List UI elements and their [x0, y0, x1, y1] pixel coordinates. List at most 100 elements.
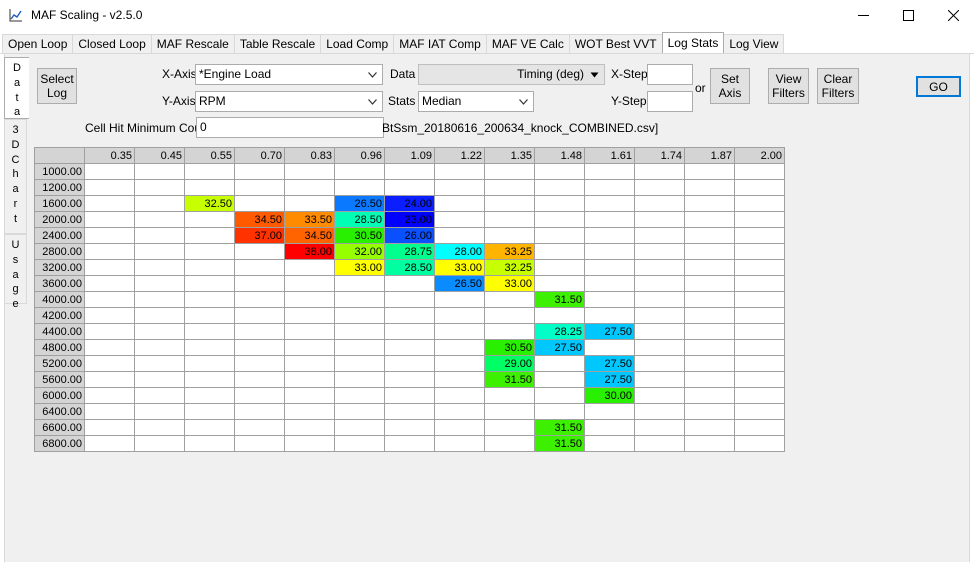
grid-cell[interactable] — [234, 435, 285, 452]
grid-cell[interactable] — [134, 259, 185, 276]
grid-cell[interactable] — [684, 291, 735, 308]
cell-hit-minimum-input[interactable]: 0 — [196, 117, 384, 138]
grid-cell[interactable] — [184, 211, 235, 228]
grid-cell[interactable] — [484, 403, 535, 420]
grid-cell[interactable]: 27.50 — [584, 323, 635, 340]
side-tab-usage[interactable]: Usage — [4, 234, 27, 310]
grid-cell[interactable] — [234, 275, 285, 292]
close-button[interactable] — [930, 0, 974, 31]
grid-cell[interactable] — [584, 243, 635, 260]
grid-cell[interactable] — [534, 227, 585, 244]
grid-cell[interactable] — [334, 291, 385, 308]
grid-cell[interactable] — [134, 355, 185, 372]
grid-cell[interactable]: 32.00 — [334, 243, 385, 260]
grid-cell[interactable] — [134, 291, 185, 308]
grid-cell[interactable] — [684, 435, 735, 452]
grid-cell[interactable] — [284, 339, 335, 356]
grid-cell[interactable] — [434, 403, 485, 420]
grid-cell[interactable] — [284, 195, 335, 212]
grid-cell[interactable] — [534, 259, 585, 276]
tab-log-stats[interactable]: Log Stats — [661, 32, 725, 53]
x-axis-select[interactable]: *Engine Load — [195, 64, 383, 85]
grid-cell[interactable] — [684, 403, 735, 420]
grid-cell[interactable] — [334, 435, 385, 452]
grid-cell[interactable] — [434, 355, 485, 372]
grid-cell[interactable] — [684, 371, 735, 388]
grid-cell[interactable] — [634, 371, 685, 388]
grid-cell[interactable] — [284, 387, 335, 404]
grid-cell[interactable] — [734, 403, 785, 420]
grid-cell[interactable] — [684, 307, 735, 324]
grid-cell[interactable] — [684, 339, 735, 356]
grid-cell[interactable] — [334, 307, 385, 324]
grid-cell[interactable]: 38.00 — [284, 243, 335, 260]
grid-cell[interactable]: 26.50 — [434, 275, 485, 292]
grid-cell[interactable]: 30.00 — [584, 387, 635, 404]
grid-cell[interactable] — [84, 403, 135, 420]
grid-cell[interactable] — [184, 355, 235, 372]
grid-cell[interactable]: 26.00 — [384, 227, 435, 244]
grid-cell[interactable] — [334, 179, 385, 196]
grid-cell[interactable] — [484, 435, 535, 452]
grid-cell[interactable] — [234, 371, 285, 388]
grid-cell[interactable] — [134, 435, 185, 452]
grid-cell[interactable] — [484, 227, 535, 244]
grid-cell[interactable] — [734, 227, 785, 244]
grid-cell[interactable] — [384, 291, 435, 308]
grid-cell[interactable] — [684, 275, 735, 292]
data-select[interactable]: Timing (deg) — [418, 64, 605, 85]
grid-cell[interactable] — [634, 211, 685, 228]
grid-cell[interactable]: 23.00 — [384, 211, 435, 228]
grid-cell[interactable] — [84, 227, 135, 244]
grid-cell[interactable]: 34.50 — [284, 227, 335, 244]
grid-cell[interactable] — [334, 323, 385, 340]
grid-cell[interactable] — [434, 163, 485, 180]
grid-cell[interactable]: 31.50 — [534, 419, 585, 436]
grid-cell[interactable] — [684, 211, 735, 228]
grid-cell[interactable]: 28.50 — [334, 211, 385, 228]
grid-cell[interactable] — [284, 275, 335, 292]
grid-cell[interactable] — [184, 291, 235, 308]
grid-cell[interactable] — [134, 243, 185, 260]
grid-cell[interactable]: 31.50 — [534, 435, 585, 452]
grid-cell[interactable] — [134, 339, 185, 356]
grid-cell[interactable]: 28.50 — [384, 259, 435, 276]
grid-cell[interactable] — [684, 259, 735, 276]
grid-cell[interactable] — [734, 243, 785, 260]
maximize-button[interactable] — [885, 0, 931, 31]
y-axis-select[interactable]: RPM — [195, 91, 383, 112]
grid-cell[interactable] — [734, 355, 785, 372]
tab-maf-ve-calc[interactable]: MAF VE Calc — [485, 34, 570, 53]
grid-cell[interactable]: 28.25 — [534, 323, 585, 340]
tab-closed-loop[interactable]: Closed Loop — [72, 34, 152, 53]
grid-cell[interactable]: 37.00 — [234, 227, 285, 244]
grid-cell[interactable] — [484, 419, 535, 436]
grid-cell[interactable] — [134, 403, 185, 420]
grid-cell[interactable] — [584, 275, 635, 292]
grid-cell[interactable] — [234, 339, 285, 356]
grid-cell[interactable] — [284, 163, 335, 180]
grid-cell[interactable] — [84, 259, 135, 276]
grid-cell[interactable]: 33.00 — [334, 259, 385, 276]
clear-filters-button[interactable]: Clear Filters — [817, 68, 859, 104]
grid-cell[interactable] — [134, 387, 185, 404]
grid-cell[interactable] — [534, 211, 585, 228]
tab-maf-iat-comp[interactable]: MAF IAT Comp — [393, 34, 487, 53]
grid-cell[interactable] — [534, 243, 585, 260]
grid-cell[interactable] — [634, 339, 685, 356]
stats-select[interactable]: Median — [418, 91, 534, 112]
grid-cell[interactable] — [434, 371, 485, 388]
grid-cell[interactable] — [584, 211, 635, 228]
grid-cell[interactable] — [584, 403, 635, 420]
grid-cell[interactable] — [434, 211, 485, 228]
grid-cell[interactable] — [234, 419, 285, 436]
grid-cell[interactable] — [234, 259, 285, 276]
grid-cell[interactable] — [134, 163, 185, 180]
grid-cell[interactable] — [284, 355, 335, 372]
grid-cell[interactable] — [734, 307, 785, 324]
grid-cell[interactable] — [134, 419, 185, 436]
grid-cell[interactable] — [484, 195, 535, 212]
grid-cell[interactable] — [234, 355, 285, 372]
grid-cell[interactable] — [334, 403, 385, 420]
grid-cell[interactable] — [84, 243, 135, 260]
